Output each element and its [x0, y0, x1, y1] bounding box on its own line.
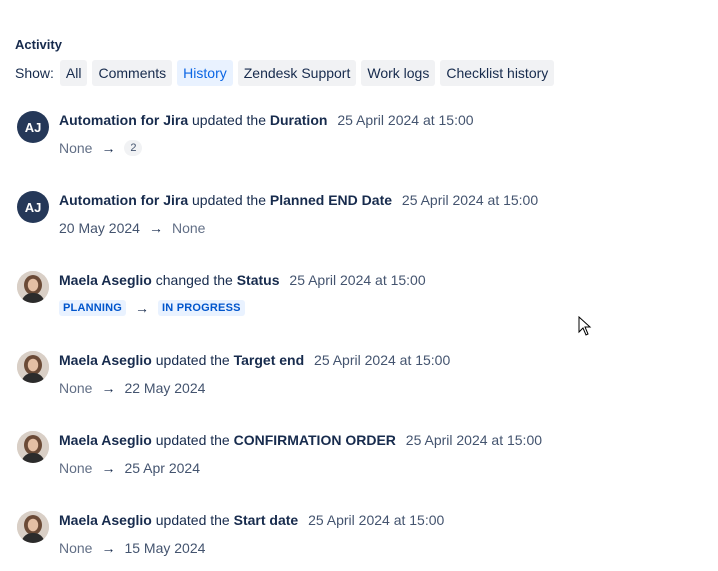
action-verb: updated the	[192, 192, 266, 208]
action-verb: changed the	[155, 272, 233, 288]
entry-header: Automation for Jira updated the Planned …	[59, 191, 538, 209]
right-arrow-icon: →	[101, 380, 116, 396]
user-photo-icon	[17, 351, 49, 383]
change-values: None → 2	[59, 139, 143, 157]
new-value: 25 Apr 2024	[124, 460, 200, 476]
old-value: None	[59, 460, 93, 476]
change-values: PLANNING → IN PROGRESS	[59, 299, 245, 317]
avatar[interactable]: AJ	[17, 191, 49, 223]
old-value: None	[59, 540, 93, 556]
timestamp[interactable]: 25 April 2024 at 15:00	[289, 272, 425, 288]
activity-title: Activity	[15, 37, 62, 52]
timestamp[interactable]: 25 April 2024 at 15:00	[402, 192, 538, 208]
right-arrow-icon: →	[101, 460, 116, 476]
filter-comments-button[interactable]: Comments	[92, 60, 173, 86]
action-verb: updated the	[155, 352, 230, 368]
new-status-lozenge: IN PROGRESS	[158, 300, 245, 316]
change-values: None → 25 Apr 2024	[59, 459, 200, 477]
avatar-initials: AJ	[24, 199, 42, 215]
history-entry: AJ Automation for Jira updated the Plann…	[17, 191, 677, 251]
field-name: Status	[236, 272, 280, 288]
old-status-lozenge: PLANNING	[59, 300, 127, 316]
timestamp[interactable]: 25 April 2024 at 15:00	[406, 432, 542, 448]
new-value: None	[171, 220, 206, 236]
avatar[interactable]	[17, 511, 49, 543]
history-entry: Maela Aseglio updated the Start date 25 …	[17, 511, 677, 571]
right-arrow-icon: →	[101, 140, 116, 156]
action-verb: updated the	[155, 432, 230, 448]
change-values: None → 15 May 2024	[59, 539, 205, 557]
author-name[interactable]: Automation for Jira	[59, 192, 188, 208]
avatar[interactable]: AJ	[17, 111, 49, 143]
field-name: Planned END Date	[269, 192, 393, 208]
right-arrow-icon: →	[148, 220, 163, 236]
entry-header: Maela Aseglio updated the Start date 25 …	[59, 511, 444, 529]
avatar[interactable]	[17, 271, 49, 303]
timestamp[interactable]: 25 April 2024 at 15:00	[337, 112, 473, 128]
entry-header: Automation for Jira updated the Duration…	[59, 111, 474, 129]
avatar[interactable]	[17, 351, 49, 383]
filter-checklist-history-button[interactable]: Checklist history	[440, 60, 555, 86]
history-entry: Maela Aseglio updated the Target end 25 …	[17, 351, 677, 411]
field-name: Target end	[233, 352, 305, 368]
avatar[interactable]	[17, 431, 49, 463]
entry-header: Maela Aseglio changed the Status 25 Apri…	[59, 271, 426, 289]
show-label: Show:	[15, 65, 54, 81]
entry-header: Maela Aseglio updated the CONFIRMATION O…	[59, 431, 542, 449]
field-name: Start date	[233, 512, 299, 528]
activity-filter-bar: Show: All Comments History Zendesk Suppo…	[15, 60, 559, 86]
old-value: 20 May 2024	[59, 220, 140, 236]
entry-header: Maela Aseglio updated the Target end 25 …	[59, 351, 450, 369]
author-name[interactable]: Automation for Jira	[59, 112, 188, 128]
old-value: None	[59, 380, 93, 396]
old-value: None	[59, 140, 93, 156]
filter-work-logs-button[interactable]: Work logs	[361, 60, 436, 86]
author-name[interactable]: Maela Aseglio	[59, 512, 152, 528]
avatar-initials: AJ	[24, 119, 42, 135]
right-arrow-icon: →	[101, 540, 116, 556]
new-value: 15 May 2024	[124, 540, 206, 556]
new-value-badge: 2	[124, 140, 143, 156]
change-values: 20 May 2024 → None	[59, 219, 205, 237]
timestamp[interactable]: 25 April 2024 at 15:00	[314, 352, 450, 368]
new-value: 22 May 2024	[124, 380, 206, 396]
action-verb: updated the	[155, 512, 230, 528]
filter-zendesk-support-button[interactable]: Zendesk Support	[237, 60, 357, 86]
action-verb: updated the	[192, 112, 266, 128]
mouse-pointer-icon	[578, 316, 592, 336]
field-name: Duration	[269, 112, 328, 128]
change-values: None → 22 May 2024	[59, 379, 205, 397]
right-arrow-icon: →	[135, 300, 150, 316]
author-name[interactable]: Maela Aseglio	[59, 432, 152, 448]
user-photo-icon	[17, 431, 49, 463]
timestamp[interactable]: 25 April 2024 at 15:00	[308, 512, 444, 528]
author-name[interactable]: Maela Aseglio	[59, 272, 152, 288]
history-entry: AJ Automation for Jira updated the Durat…	[17, 111, 677, 171]
user-photo-icon	[17, 511, 49, 543]
history-entry: Maela Aseglio updated the CONFIRMATION O…	[17, 431, 677, 491]
author-name[interactable]: Maela Aseglio	[59, 352, 152, 368]
user-photo-icon	[17, 271, 49, 303]
field-name: CONFIRMATION ORDER	[233, 432, 396, 448]
filter-history-button[interactable]: History	[177, 60, 233, 86]
filter-all-button[interactable]: All	[59, 60, 88, 86]
